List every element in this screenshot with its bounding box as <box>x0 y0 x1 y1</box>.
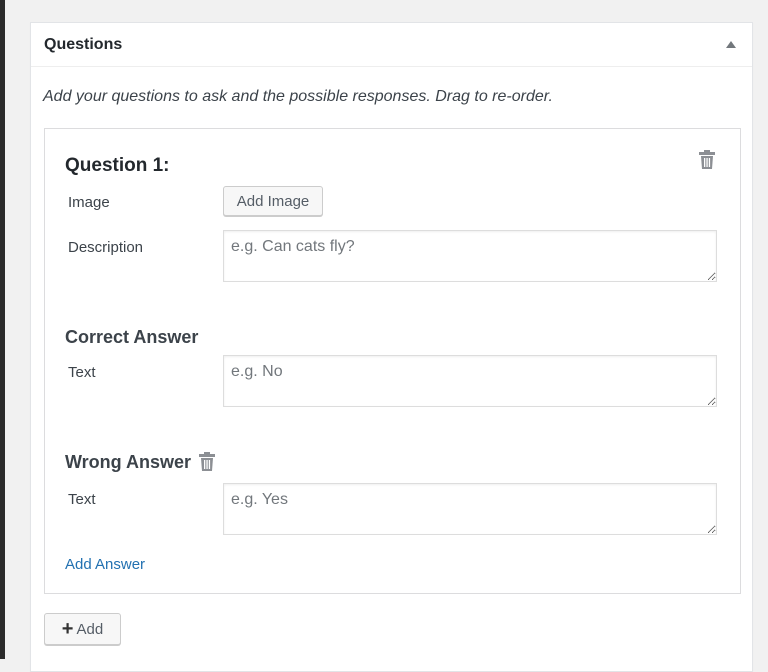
window-left-edge <box>0 0 5 659</box>
questions-metabox: Questions Add your questions to ask and … <box>30 22 753 672</box>
wrong-answer-field[interactable] <box>223 483 717 535</box>
add-question-button[interactable]: + Add <box>44 613 121 645</box>
question-title: Question 1: <box>65 155 170 177</box>
description-label: Description <box>68 239 143 256</box>
delete-wrong-answer-trash-icon[interactable] <box>199 452 215 471</box>
add-answer-link[interactable]: Add Answer <box>65 556 145 573</box>
metabox-header[interactable]: Questions <box>31 23 752 67</box>
correct-answer-heading: Correct Answer <box>65 327 198 348</box>
plus-icon: + <box>62 619 74 639</box>
add-question-button-label: Add <box>76 621 103 638</box>
question-card[interactable]: Question 1: Image Add Image Description … <box>44 128 741 594</box>
correct-answer-text-label: Text <box>68 364 96 381</box>
wrong-answer-text-label: Text <box>68 491 96 508</box>
description-field[interactable] <box>223 230 717 282</box>
collapse-arrow-icon[interactable] <box>726 41 736 48</box>
delete-question-trash-icon[interactable] <box>699 150 715 169</box>
correct-answer-field[interactable] <box>223 355 717 407</box>
image-label: Image <box>68 194 110 211</box>
add-image-button[interactable]: Add Image <box>223 186 323 216</box>
wrong-answer-heading: Wrong Answer <box>65 452 191 473</box>
metabox-title: Questions <box>44 36 122 54</box>
metabox-intro-text: Add your questions to ask and the possib… <box>43 88 553 106</box>
